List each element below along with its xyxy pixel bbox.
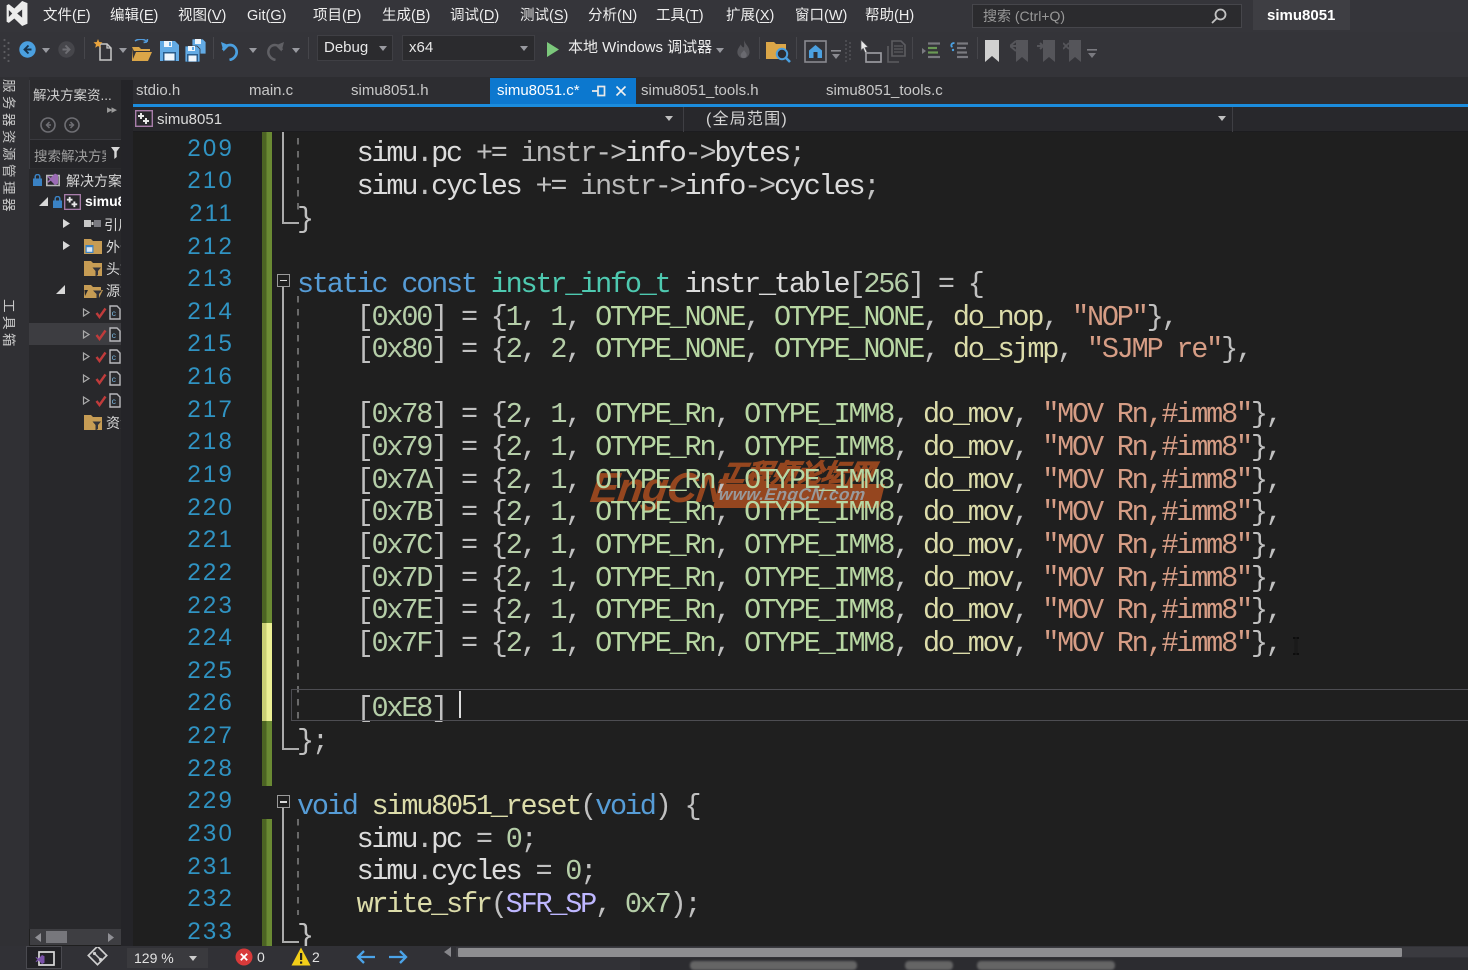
svg-text:c: c bbox=[112, 376, 117, 385]
svg-text:c: c bbox=[112, 310, 117, 319]
svg-text:c: c bbox=[112, 332, 117, 341]
svg-text:c: c bbox=[112, 354, 117, 363]
svg-text:c: c bbox=[112, 398, 117, 407]
